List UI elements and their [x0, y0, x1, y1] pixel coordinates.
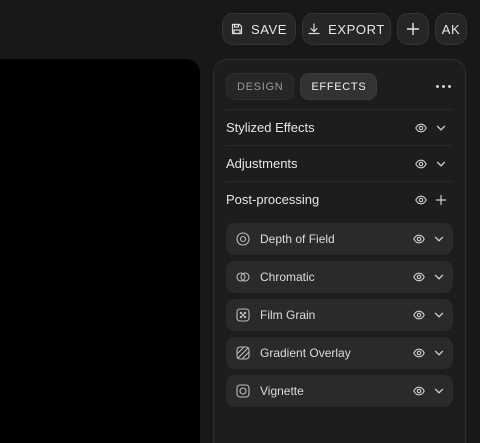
effect-title: Chromatic [260, 270, 315, 284]
eye-icon[interactable] [415, 122, 427, 134]
section-title: Post-processing [226, 192, 320, 207]
chevron-down-icon[interactable] [435, 122, 447, 134]
export-label: EXPORT [328, 21, 385, 37]
panel-tabs: DESIGN EFFECTS [226, 73, 378, 100]
chevron-down-icon[interactable] [433, 309, 445, 321]
tab-effects[interactable]: EFFECTS [300, 73, 378, 100]
chevron-down-icon[interactable] [433, 233, 445, 245]
export-button[interactable]: EXPORT [302, 13, 391, 45]
effect-row-gradient-overlay[interactable]: Gradient Overlay [226, 337, 453, 369]
grain-icon [236, 308, 250, 322]
canvas-viewport[interactable] [0, 59, 200, 443]
effect-row-depth-of-field[interactable]: Depth of Field [226, 223, 453, 255]
more-options-icon[interactable] [433, 77, 453, 95]
chevron-down-icon[interactable] [435, 158, 447, 170]
top-toolbar: SAVE EXPORT AK [222, 13, 467, 45]
gradient-icon [236, 346, 250, 360]
eye-icon[interactable] [413, 309, 425, 321]
overlap-circles-icon [236, 270, 250, 284]
effect-title: Vignette [260, 384, 304, 398]
save-label: SAVE [250, 21, 288, 37]
section-title: Stylized Effects [226, 120, 315, 135]
eye-icon[interactable] [413, 385, 425, 397]
effect-row-vignette[interactable]: Vignette [226, 375, 453, 407]
effect-title: Film Grain [260, 308, 316, 322]
section-post-processing[interactable]: Post-processing [226, 181, 453, 217]
chevron-down-icon[interactable] [433, 271, 445, 283]
add-button[interactable] [397, 13, 429, 45]
plus-icon [406, 22, 420, 36]
download-icon [308, 23, 320, 35]
effects-panel: DESIGN EFFECTS Stylized Effects Adjustme… [213, 59, 466, 443]
effect-row-film-grain[interactable]: Film Grain [226, 299, 453, 331]
effect-title: Gradient Overlay [260, 346, 351, 360]
avatar-initials: AK [441, 21, 461, 37]
eye-icon[interactable] [413, 233, 425, 245]
section-stylized-effects[interactable]: Stylized Effects [226, 109, 453, 145]
effect-row-chromatic[interactable]: Chromatic [226, 261, 453, 293]
tab-design[interactable]: DESIGN [226, 73, 295, 100]
save-icon [231, 23, 243, 35]
eye-icon[interactable] [415, 158, 427, 170]
save-button[interactable]: SAVE [222, 13, 296, 45]
vignette-icon [236, 384, 250, 398]
eye-icon[interactable] [415, 194, 427, 206]
chevron-down-icon[interactable] [433, 347, 445, 359]
avatar[interactable]: AK [435, 13, 467, 45]
section-title: Adjustments [226, 156, 298, 171]
eye-icon[interactable] [413, 271, 425, 283]
effect-title: Depth of Field [260, 232, 335, 246]
plus-icon[interactable] [435, 194, 447, 206]
section-adjustments[interactable]: Adjustments [226, 145, 453, 181]
aperture-icon [236, 232, 250, 246]
chevron-down-icon[interactable] [433, 385, 445, 397]
eye-icon[interactable] [413, 347, 425, 359]
